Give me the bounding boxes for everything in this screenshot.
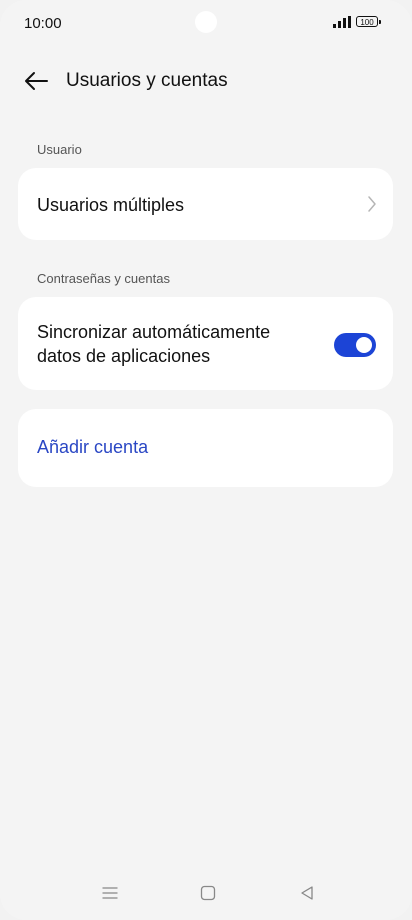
add-account-link[interactable]: Añadir cuenta [37, 437, 148, 458]
chevron-right-icon [368, 196, 376, 212]
toggle-knob [356, 337, 372, 353]
camera-cutout [195, 11, 217, 33]
status-time: 10:00 [24, 15, 62, 32]
back-triangle-icon[interactable] [298, 884, 316, 902]
navigation-bar [0, 870, 412, 920]
status-bar: 10:00 100 [0, 0, 412, 48]
battery-icon: 100 [356, 16, 381, 27]
page-title: Usuarios y cuentas [66, 70, 228, 91]
signal-icon [333, 16, 351, 28]
section-label-accounts: Contraseñas y cuentas [37, 271, 170, 286]
phone-screen: 10:00 100 Usuarios y cuentas Usuario Usu… [0, 0, 412, 920]
multiple-users-item[interactable]: Usuarios múltiples [18, 168, 393, 240]
section-label-usuario: Usuario [37, 142, 82, 157]
home-icon[interactable] [199, 884, 217, 902]
menu-icon[interactable] [101, 884, 119, 902]
header: Usuarios y cuentas [0, 60, 412, 102]
sync-item[interactable]: Sincronizar automáticamente datos de apl… [18, 297, 393, 390]
sync-toggle[interactable] [334, 333, 376, 357]
sync-label-line1: Sincronizar automáticamente [37, 322, 271, 342]
arrow-left-icon[interactable] [22, 68, 50, 94]
multiple-users-label: Usuarios múltiples [37, 195, 185, 215]
add-account-item[interactable]: Añadir cuenta [18, 409, 393, 487]
sync-label-line2: datos de aplicaciones [37, 346, 211, 366]
battery-level: 100 [360, 18, 374, 27]
